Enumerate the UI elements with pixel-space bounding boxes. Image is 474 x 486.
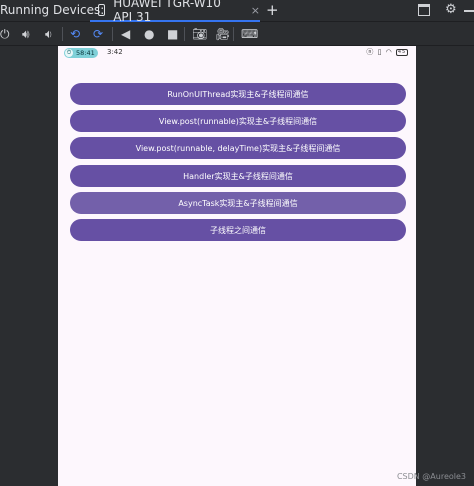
- battery-icon: 45: [396, 48, 408, 56]
- wifi-icon: ◠: [385, 48, 393, 56]
- toolbar-separator: [62, 27, 63, 41]
- status-icons: ⓝ ▯ ◠ 45: [366, 47, 408, 57]
- handler-button[interactable]: Handler实现主&子线程间通信: [70, 165, 406, 187]
- volume-up-icon[interactable]: 🔊︎: [22, 26, 30, 42]
- record-icon[interactable]: 🎥︎: [215, 26, 230, 42]
- toolbar-separator: [112, 27, 113, 41]
- status-time: 3:42: [107, 48, 123, 56]
- screenshot-icon[interactable]: 📷︎: [192, 26, 207, 42]
- volume-down-icon[interactable]: 🔉︎: [45, 26, 53, 42]
- timer-icon: ⏱: [65, 49, 73, 57]
- close-icon[interactable]: ×: [251, 4, 260, 17]
- running-devices-tabbar: Running Devices: HUAWEI TGR-W10 API 31 ×…: [0, 0, 474, 24]
- phone-icon: [98, 4, 106, 16]
- home-icon[interactable]: ●: [144, 26, 154, 42]
- back-icon[interactable]: ◀: [121, 26, 130, 42]
- child-thread-communication-button[interactable]: 子线程之间通信: [70, 219, 406, 241]
- view-post-delay-button[interactable]: View.post(runnable, delayTime)实现主&子线程间通信: [70, 137, 406, 159]
- rotate-right-icon[interactable]: ⟳: [93, 26, 103, 42]
- minimize-icon[interactable]: [464, 10, 474, 12]
- status-pill-text: 58:41: [76, 49, 95, 57]
- toolbar-separator: [184, 27, 185, 41]
- rotate-left-icon[interactable]: ⟲: [70, 26, 80, 42]
- status-bar: ⏱ 58:41 3:42 ⓝ ▯ ◠ 45: [58, 46, 416, 60]
- async-task-button[interactable]: AsyncTask实现主&子线程间通信: [70, 192, 406, 214]
- watermark: CSDN @Aureole3: [396, 472, 466, 481]
- device-screen[interactable]: ⏱ 58:41 3:42 ⓝ ▯ ◠ 45 RunOnUIThread实现主&子…: [58, 46, 416, 486]
- view-post-button[interactable]: View.post(runnable)实现主&子线程间通信: [70, 110, 406, 132]
- device-tab[interactable]: HUAWEI TGR-W10 API 31 ×: [90, 0, 260, 24]
- panel-title: Running Devices:: [0, 3, 105, 17]
- add-tab-button[interactable]: +: [266, 1, 279, 19]
- gear-icon[interactable]: ⚙: [445, 2, 457, 17]
- toolbar-separator: [233, 27, 234, 41]
- window-layout-icon[interactable]: [418, 4, 430, 16]
- vibrate-icon: ▯: [377, 48, 383, 56]
- device-toolbar: ⏻ 🔊︎ 🔉︎ ⟲ ⟳ ◀ ● ■ 📷︎ 🎥︎ ⌨: [0, 22, 474, 46]
- status-pill: ⏱ 58:41: [64, 48, 98, 58]
- nfc-icon: ⓝ: [366, 48, 375, 56]
- run-on-ui-thread-button[interactable]: RunOnUIThread实现主&子线程间通信: [70, 83, 406, 105]
- device-tab-label: HUAWEI TGR-W10 API 31: [113, 0, 221, 24]
- mirror-keyboard-icon[interactable]: ⌨: [241, 26, 258, 42]
- overview-icon[interactable]: ■: [167, 26, 178, 42]
- power-icon[interactable]: ⏻: [0, 26, 10, 42]
